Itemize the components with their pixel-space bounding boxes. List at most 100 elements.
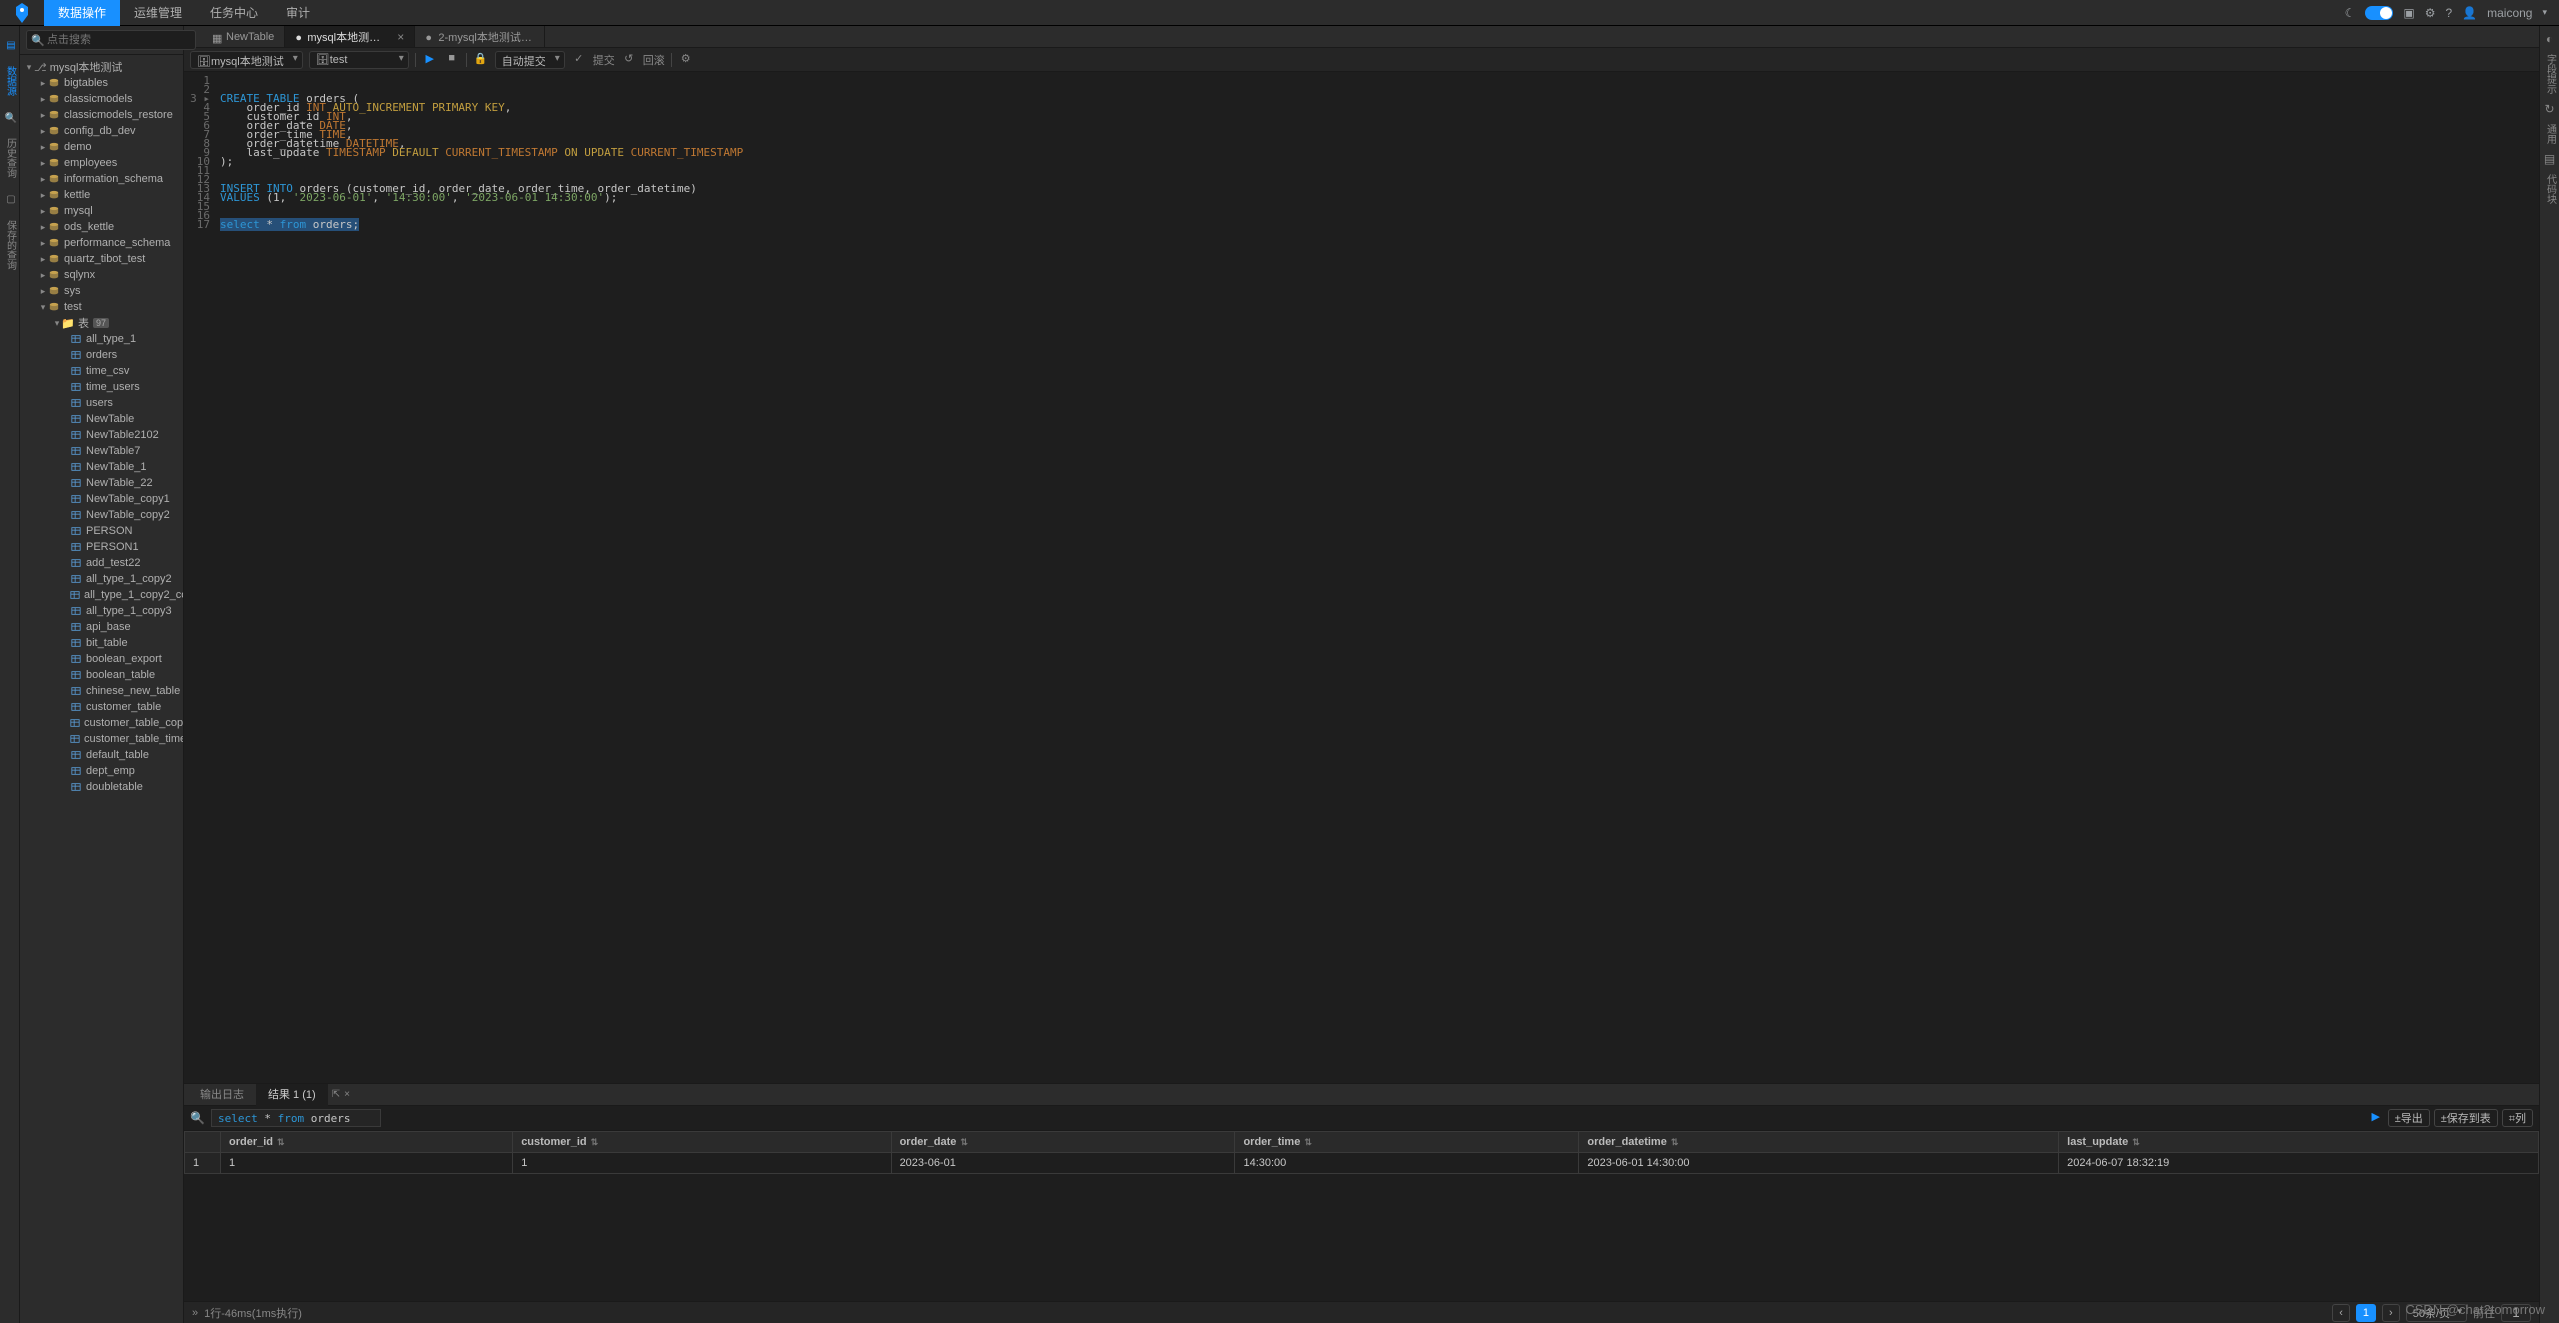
rail-codeblock-label[interactable]: 代码块 xyxy=(2542,174,2558,204)
grid-header[interactable]: order_datetime⇅ xyxy=(1579,1132,2059,1153)
rail-history-label[interactable]: 历史查询 xyxy=(2,138,18,178)
close-result-icon[interactable]: × xyxy=(344,1089,350,1100)
grid-header[interactable]: customer_id⇅ xyxy=(513,1132,891,1153)
table-row[interactable]: 1112023-06-0114:30:002023-06-01 14:30:00… xyxy=(185,1153,2539,1174)
tree-table[interactable]: boolean_table xyxy=(20,667,183,683)
tree-table[interactable]: NewTable xyxy=(20,411,183,427)
tree-table[interactable]: NewTable2102 xyxy=(20,427,183,443)
rerun-button[interactable]: ▶ xyxy=(2368,1110,2384,1126)
rail-datasource[interactable]: 数据源 xyxy=(2,66,18,96)
commit-icon[interactable]: ✓ xyxy=(571,52,587,68)
tree-db[interactable]: ▸mysql xyxy=(20,203,183,219)
grid-header[interactable]: order_id⇅ xyxy=(221,1132,513,1153)
commit-label[interactable]: 提交 xyxy=(593,52,615,68)
expand-icon[interactable]: » xyxy=(192,1307,198,1319)
tree-table[interactable]: time_users xyxy=(20,379,183,395)
terminal-icon[interactable]: ▣ xyxy=(2403,6,2414,20)
sort-icon[interactable]: ⇅ xyxy=(1671,1137,1679,1147)
rail-hint-label[interactable]: 字段提示 xyxy=(2542,54,2558,94)
theme-toggle[interactable] xyxy=(2365,6,2393,20)
grid-cell[interactable]: 2023-06-01 xyxy=(891,1153,1235,1174)
tree-table[interactable]: customer_table_copy1 xyxy=(20,715,183,731)
grid-header[interactable]: last_update⇅ xyxy=(2059,1132,2539,1153)
sort-icon[interactable]: ⇅ xyxy=(960,1137,968,1147)
sort-icon[interactable]: ⇅ xyxy=(591,1137,599,1147)
rollback-label[interactable]: 回滚 xyxy=(643,52,665,68)
grid-header[interactable]: order_date⇅ xyxy=(891,1132,1235,1153)
tree-db[interactable]: ▾test xyxy=(20,299,183,315)
nav-audit[interactable]: 审计 xyxy=(272,0,324,26)
tree-table[interactable]: NewTable_22 xyxy=(20,475,183,491)
page-current[interactable]: 1 xyxy=(2356,1304,2376,1322)
tree-db[interactable]: ▸information_schema xyxy=(20,171,183,187)
tree-table[interactable]: NewTable7 xyxy=(20,443,183,459)
tree-table[interactable]: chinese_new_table xyxy=(20,683,183,699)
tree-tables-group[interactable]: ▾📁表97 xyxy=(20,315,183,331)
tree-db[interactable]: ▸ods_kettle xyxy=(20,219,183,235)
prev-page-button[interactable]: ‹ xyxy=(2332,1304,2350,1322)
nav-data-ops[interactable]: 数据操作 xyxy=(44,0,120,26)
save-to-table-button[interactable]: ±保存到表 xyxy=(2434,1109,2498,1127)
hint-icon[interactable]: ◐ xyxy=(2546,32,2553,46)
tree-db[interactable]: ▸config_db_dev xyxy=(20,123,183,139)
nav-maintenance[interactable]: 运维管理 xyxy=(120,0,196,26)
editor-tab[interactable]: ▦NewTable xyxy=(202,26,285,47)
user-name[interactable]: maicong xyxy=(2487,6,2532,20)
export-button[interactable]: ±导出 xyxy=(2388,1109,2430,1127)
grid-cell[interactable]: 1 xyxy=(513,1153,891,1174)
tree-table[interactable]: customer_table_time xyxy=(20,731,183,747)
grid-cell[interactable]: 1 xyxy=(221,1153,513,1174)
search-input[interactable] xyxy=(26,30,196,50)
nav-tasks[interactable]: 任务中心 xyxy=(196,0,272,26)
search-icon[interactable]: 🔍 xyxy=(190,1111,205,1125)
tree-table[interactable]: boolean_export xyxy=(20,651,183,667)
result-tab[interactable]: 结果 1 (1) xyxy=(256,1084,328,1106)
tree-table[interactable]: add_test22 xyxy=(20,555,183,571)
tree-db[interactable]: ▸sys xyxy=(20,283,183,299)
sort-icon[interactable]: ⇅ xyxy=(2132,1137,2140,1147)
lock-icon[interactable]: 🔒 xyxy=(473,52,489,68)
tree-db[interactable]: ▸quartz_tibot_test xyxy=(20,251,183,267)
tree-db[interactable]: ▸kettle xyxy=(20,187,183,203)
tree-table[interactable]: PERSON1 xyxy=(20,539,183,555)
tree-table[interactable]: time_csv xyxy=(20,363,183,379)
chevron-down-icon[interactable]: ▾ xyxy=(2542,7,2547,18)
rail-snippet-label[interactable]: 通用 xyxy=(2542,124,2558,144)
gear-icon[interactable]: ⚙ xyxy=(678,52,694,68)
database-select[interactable]: 🗄test xyxy=(309,51,409,69)
grid-cell[interactable]: 2024-06-07 18:32:19 xyxy=(2059,1153,2539,1174)
tree-db[interactable]: ▸sqlynx xyxy=(20,267,183,283)
run-button[interactable]: ▶ xyxy=(422,52,438,68)
tree-db[interactable]: ▸employees xyxy=(20,155,183,171)
tree-table[interactable]: all_type_1_copy2_copy1 xyxy=(20,587,183,603)
stop-button[interactable]: ■ xyxy=(444,52,460,68)
tree-table[interactable]: customer_table xyxy=(20,699,183,715)
close-icon[interactable]: × xyxy=(397,30,404,44)
grid-cell[interactable]: 2023-06-01 14:30:00 xyxy=(1579,1153,2059,1174)
tree-table[interactable]: doubletable xyxy=(20,779,183,795)
tree-table[interactable]: dept_emp xyxy=(20,763,183,779)
help-icon[interactable]: ? xyxy=(2445,6,2452,20)
autocommit-select[interactable]: 自动提交 xyxy=(495,51,565,69)
rail-saved-label[interactable]: 保存的查询 xyxy=(2,220,18,270)
tree-table[interactable]: users xyxy=(20,395,183,411)
tree-db[interactable]: ▸classicmodels xyxy=(20,91,183,107)
tree-db[interactable]: ▸demo xyxy=(20,139,183,155)
sort-icon[interactable]: ⇅ xyxy=(277,1137,285,1147)
editor-tab[interactable]: ●2-mysql本地测试@t... xyxy=(415,26,545,47)
tree-table[interactable]: PERSON xyxy=(20,523,183,539)
tree-table[interactable]: all_type_1 xyxy=(20,331,183,347)
rollback-icon[interactable]: ↺ xyxy=(621,52,637,68)
grid-header[interactable]: order_time⇅ xyxy=(1235,1132,1579,1153)
tree-table[interactable]: default_table xyxy=(20,747,183,763)
tree-table[interactable]: all_type_1_copy2 xyxy=(20,571,183,587)
tree-table[interactable]: orders xyxy=(20,347,183,363)
tree-table[interactable]: NewTable_copy1 xyxy=(20,491,183,507)
code-editor[interactable]: 123 ▸4567891011121314151617 CREATE TABLE… xyxy=(184,72,2539,1083)
rail-datasource-icon[interactable]: ▤ xyxy=(3,38,17,52)
db-tree[interactable]: ▾⎇mysql本地测试▸bigtables▸classicmodels▸clas… xyxy=(20,55,183,1323)
tree-db[interactable]: ▸bigtables xyxy=(20,75,183,91)
tree-root[interactable]: ▾⎇mysql本地测试 xyxy=(20,59,183,75)
sort-icon[interactable]: ⇅ xyxy=(1304,1137,1312,1147)
pin-icon[interactable]: ⇱ xyxy=(332,1089,340,1100)
